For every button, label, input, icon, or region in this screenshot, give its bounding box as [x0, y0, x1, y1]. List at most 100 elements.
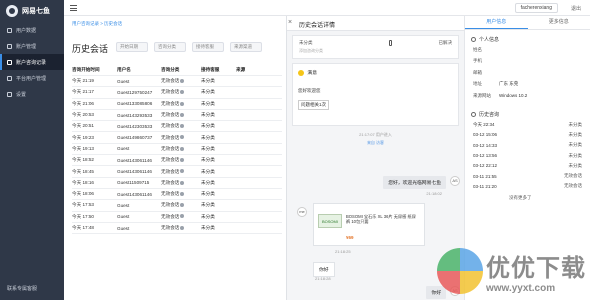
table-row[interactable]: 今天 17:50 Guest 无效会话 未分类 [72, 212, 282, 223]
history-item[interactable]: 03-12 14:33 未分类 [465, 140, 590, 150]
table-row[interactable]: 今天 18:06 Guest143061146 无效会话 未分类 [72, 189, 282, 201]
faq-card: 满意 您好欢迎您 问题相关1次 [292, 63, 459, 126]
watermark-url: www.yyxt.com [486, 283, 556, 294]
sidebar-item-label: 设置 [16, 91, 27, 98]
table-row[interactable]: 今天 18:52 Guest143061146 无效会话 未分类 [72, 155, 282, 167]
message-time: 21:18:28 [315, 276, 331, 281]
table-cell: Guest143061146 [117, 192, 161, 197]
table-row[interactable]: 今天 20:51 Guest142303533 无效会话 未分类 [72, 121, 282, 133]
table-cell: 未分类 [201, 202, 236, 208]
cell-text: 未分类 [201, 100, 215, 106]
table-cell: 今天 18:06 [72, 191, 117, 197]
info-icon[interactable] [180, 90, 185, 95]
table-row[interactable]: 今天 17:48 Guest 无效会话 未分类 [72, 223, 282, 235]
info-icon[interactable] [180, 78, 185, 83]
user-avatar: me [297, 207, 307, 217]
cell-text: 未分类 [201, 112, 215, 118]
table-row[interactable]: 今天 18:45 Guest143061146 无效会话 未分类 [72, 166, 282, 178]
menu-icon[interactable] [70, 5, 77, 11]
sidebar-item-user-data[interactable]: 用户数据 [0, 22, 64, 38]
field-label: 姓名 [473, 46, 482, 52]
table-row[interactable]: 今天 19:23 Guest149860737 无效会话 未分类 [72, 132, 282, 144]
history-item[interactable]: 03-11 21:55 无效会话 [465, 171, 590, 181]
history-item[interactable]: 今天 22:34 未分类 [465, 120, 590, 130]
breadcrumb[interactable]: 用户咨询记录 > 历史会话 [72, 21, 122, 27]
history-tag: 未分类 [568, 121, 583, 127]
info-icon[interactable] [180, 180, 185, 185]
table-cell: 未分类 [201, 157, 236, 163]
info-fields: 姓名 手机 邮箱 地址 广东 东莞 来源网站 Windows 10.2 [465, 44, 590, 102]
history-item[interactable]: 03-11 21:20 无效会话 [465, 181, 590, 191]
table-cell: Guest149860737 [117, 135, 161, 140]
history-tag: 未分类 [568, 142, 583, 148]
cell-text: 无效会话 [161, 89, 180, 95]
product-card[interactable]: BOSOMI BOSOMI 宝石乐 XL 36片 无尿感 纸尿裤 10包只要 ¥… [313, 203, 425, 246]
contact-support-link[interactable]: 联系专属客服 [7, 285, 37, 292]
cell-text: 今天 19:13 [72, 145, 94, 151]
tab-more-info[interactable]: 更多信息 [528, 16, 590, 29]
history-item[interactable]: 03-12 15:06 未分类 [465, 130, 590, 140]
cell-text: 今天 21:17 [72, 89, 94, 95]
cell-text: 无效会话 [161, 78, 180, 84]
column-header: 咨询分类 [161, 66, 180, 72]
category-hint[interactable]: 添加咨询分类 [299, 48, 323, 54]
info-icon[interactable] [180, 203, 185, 208]
sidebar-item-account-management[interactable]: 账户管理 [0, 38, 64, 54]
phone-icon [389, 40, 392, 46]
info-icon[interactable] [180, 158, 185, 162]
table-cell: Guest [117, 203, 161, 208]
logout-link[interactable]: 退出 [571, 5, 581, 12]
info-icon[interactable] [180, 169, 185, 174]
cell-text: 未分类 [201, 78, 215, 84]
info-icon[interactable] [180, 146, 185, 151]
filter-category[interactable]: 咨询分类 [154, 42, 186, 52]
info-icon[interactable] [180, 124, 185, 129]
cell-text: 无效会话 [161, 157, 180, 163]
info-icon[interactable] [180, 112, 185, 117]
logo[interactable]: 网易七鱼 [0, 0, 64, 22]
table-row[interactable]: 今天 17:53 Guest 无效会话 未分类 [72, 200, 282, 212]
info-icon[interactable] [180, 101, 185, 106]
table-row[interactable]: 今天 18:16 Guest11509715 无效会话 未分类 [72, 178, 282, 189]
table-cell: 未分类 [201, 225, 236, 231]
close-icon[interactable]: × [288, 19, 292, 26]
info-icon[interactable] [180, 225, 185, 230]
info-tabs: 用户信息 更多信息 [465, 16, 590, 30]
filter-agent[interactable]: 接待客服 [192, 42, 224, 52]
table-cell: 未分类 [201, 89, 236, 95]
info-field: 姓名 [465, 44, 590, 56]
sidebar-item-settings[interactable]: 设置 [0, 86, 64, 102]
cell-text: Guest129750247 [117, 89, 153, 95]
cell-text: 未分类 [201, 89, 215, 95]
table-cell: 未分类 [201, 135, 236, 141]
table-cell: 今天 19:13 [72, 146, 117, 152]
account-icon [7, 43, 12, 49]
page-title: 历史会话 [72, 44, 109, 54]
history-item[interactable]: 03-12 13:56 未分类 [465, 150, 590, 160]
table-row[interactable]: 今天 20:53 Guest143293533 无效会话 未分类 [72, 110, 282, 122]
info-icon[interactable] [180, 191, 185, 196]
category-label[interactable]: 未分类 [299, 40, 313, 46]
table-cell: 无效会话 [161, 78, 201, 84]
tab-user-info[interactable]: 用户信息 [465, 16, 528, 29]
table-header: 咨询开始时间 用户名 咨询分类 接待客服 来源 [72, 64, 282, 76]
table-body: 今天 21:19 Guest 无效会话 未分类 今天 21:17 Guest1297502… [72, 76, 282, 235]
sidebar-item-consult-records[interactable]: 账户咨询记录 [0, 54, 64, 70]
table-row[interactable]: 今天 19:13 Guest 无效会话 未分类 [72, 144, 282, 156]
user-menu[interactable]: facherenxiang [514, 3, 558, 13]
table-row[interactable]: 今天 21:06 Guest133085806 无效会话 未分类 [72, 99, 282, 110]
info-icon[interactable] [180, 214, 185, 219]
faq-tag[interactable]: 问题相关1次 [298, 100, 330, 110]
cell-text: 无效会话 [161, 134, 180, 140]
cell-text: Guest [117, 202, 130, 208]
field-label: 地址 [473, 81, 482, 87]
table-row[interactable]: 今天 21:19 Guest 无效会话 未分类 [72, 76, 282, 88]
history-item[interactable]: 03-12 22:12 未分类 [465, 161, 590, 171]
info-icon[interactable] [180, 135, 185, 140]
cell-text: 无效会话 [161, 123, 180, 129]
filter-date[interactable]: 开始日期 [116, 42, 148, 52]
cell-text: 未分类 [201, 202, 215, 208]
table-row[interactable]: 今天 21:17 Guest129750247 无效会话 未分类 [72, 87, 282, 99]
sidebar-item-platform-users[interactable]: 平台用户管理 [0, 70, 64, 86]
filter-channel[interactable]: 来源渠道 [230, 42, 262, 52]
